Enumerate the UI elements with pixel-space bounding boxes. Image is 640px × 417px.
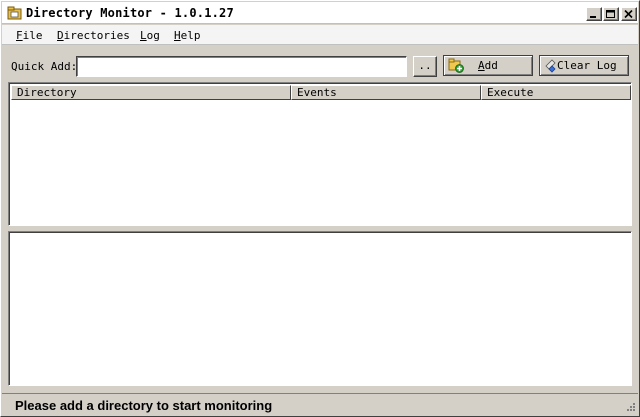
folder-app-icon [7,6,22,20]
menu-file[interactable]: File [16,29,43,42]
minimize-icon [590,16,596,18]
add-button-label: Add [478,59,498,72]
add-button-mnemonic: A [478,59,485,72]
menu-directories[interactable]: Directories [57,29,130,42]
status-bar: Please add a directory to start monitori… [2,393,638,416]
clear-log-label: Clear Log [557,59,617,72]
column-header-execute[interactable]: Execute [481,85,631,100]
maximize-button[interactable] [603,7,619,21]
list-header: Directory Events Execute [11,85,631,100]
add-folder-icon [448,58,464,73]
app-window: Directory Monitor - 1.0.1.27 File Direct… [0,0,640,417]
menu-bar: File Directories Log Help [2,25,638,45]
close-icon [624,10,633,19]
menu-log[interactable]: Log [140,29,160,42]
menu-log-label: og [146,29,160,42]
resize-grip-icon[interactable] [624,402,636,414]
quick-add-input[interactable] [76,56,407,77]
menu-help[interactable]: Help [174,29,201,42]
menu-file-mnemonic: F [16,29,23,42]
minimize-button[interactable] [586,7,602,21]
column-header-directory[interactable]: Directory [11,85,291,100]
log-pane[interactable] [8,231,632,386]
column-header-events[interactable]: Events [291,85,481,100]
menu-directories-label: irectories [63,29,130,42]
browse-button[interactable]: .. [413,56,437,77]
close-button[interactable] [621,7,637,21]
menu-help-mnemonic: H [174,29,181,42]
menu-log-mnemonic: L [140,29,147,42]
add-button-label-rest: dd [484,59,498,72]
window-title: Directory Monitor - 1.0.1.27 [26,6,234,20]
clear-log-button[interactable]: Clear Log [539,55,629,76]
menu-help-label: elp [180,29,201,42]
title-bar[interactable]: Directory Monitor - 1.0.1.27 [2,2,638,24]
status-message: Please add a directory to start monitori… [15,398,273,413]
maximize-icon [606,10,615,18]
add-button[interactable]: Add [443,55,533,76]
menu-directories-mnemonic: D [57,29,64,42]
quick-add-label: Quick Add: [11,60,78,73]
menu-file-label: ile [22,29,43,42]
directory-list[interactable]: Directory Events Execute [8,82,632,226]
